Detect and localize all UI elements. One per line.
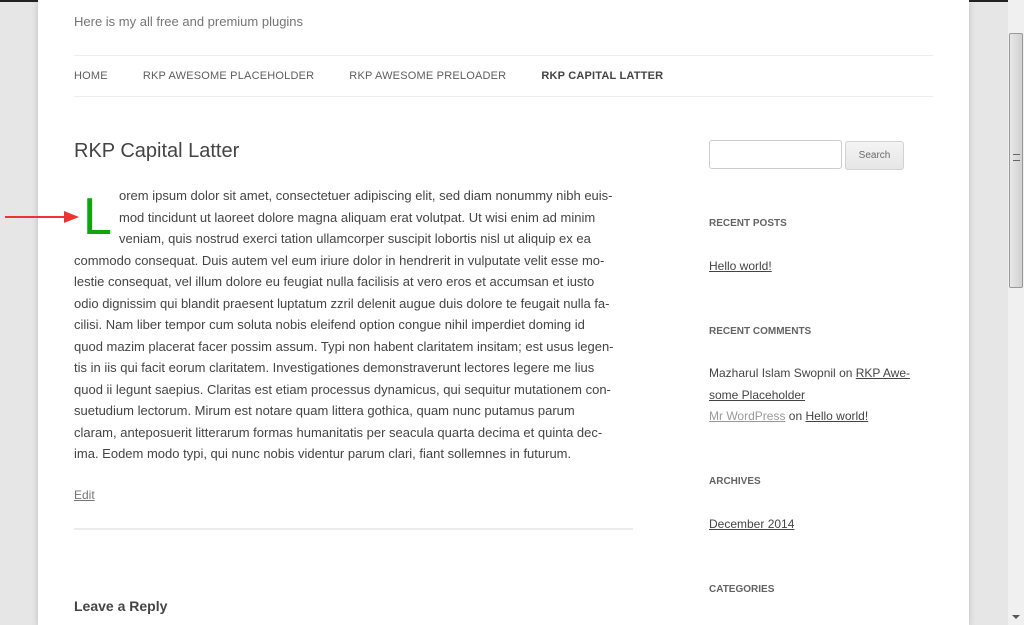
scrollbar-thumb[interactable] — [1009, 33, 1023, 288]
content-line: mod tincidunt ut laoreet dolore magna al… — [119, 209, 596, 225]
post-content: L orem ipsum dolor sit amet, consectetue… — [74, 185, 634, 465]
edit-link[interactable]: Edit — [74, 488, 95, 502]
comment-post-link[interactable]: RKP Awe- — [856, 366, 910, 380]
grip-icon — [1013, 154, 1020, 161]
archives-title: ARCHIVES — [709, 476, 761, 487]
content-line: claram, anteposuerit litterarum formas h… — [74, 424, 603, 440]
leave-reply-heading: Leave a Reply — [74, 598, 168, 614]
site-description: Here is my all free and premium plugins — [74, 14, 304, 29]
recent-post-link[interactable]: Hello world! — [709, 259, 772, 273]
content-line: cilisi. Nam liber tempor cum soluta nobi… — [74, 317, 585, 332]
content-line: orem ipsum dolor sit amet, consectetuer … — [119, 188, 613, 203]
search-input[interactable] — [709, 140, 842, 169]
on-text: on — [788, 409, 803, 423]
red-arrowhead-icon — [64, 211, 79, 223]
archive-link[interactable]: December 2014 — [709, 517, 794, 531]
comment-post-link-cont[interactable]: some Placeholder — [709, 388, 805, 402]
comment-author: Mazharul Islam Swopnil — [709, 366, 836, 380]
on-text: on — [839, 366, 853, 380]
recent-comments-title: RECENT COMMENTS — [709, 326, 812, 337]
nav-rkp-awesome-preloader[interactable]: RKP AWESOME PRELOADER — [349, 70, 506, 82]
content-line: quod mazim placerat facer possim assum. … — [74, 338, 614, 354]
drop-cap: L — [83, 188, 112, 246]
post-title: RKP Capital Latter — [74, 140, 240, 162]
content-line: suetudium lectorum. Mirum est notare qua… — [74, 403, 575, 418]
content-line: commodo consequat. Duis autem vel eum ir… — [74, 252, 605, 268]
content-line: quod ii legunt saepius. Claritas est eti… — [74, 381, 611, 397]
search-button[interactable]: Search — [845, 141, 904, 170]
nav-rkp-awesome-placeholder[interactable]: RKP AWESOME PLACEHOLDER — [143, 70, 314, 82]
comment-post-link[interactable]: Hello world! — [806, 409, 869, 423]
recent-posts-title: RECENT POSTS — [709, 218, 787, 229]
page: Here is my all free and premium plugins … — [38, 0, 969, 625]
content-line: tis in iis qui facit eorum claritatem. I… — [74, 360, 595, 375]
nav-home[interactable]: HOME — [74, 70, 108, 82]
content-line: veniam, quis nostrud exerci tation ullam… — [119, 231, 591, 246]
divider — [74, 528, 633, 530]
scrollbar[interactable] — [1008, 0, 1024, 625]
content-line: odio dignissim qui blandit praesent lupt… — [74, 295, 610, 311]
recent-comments-list: Mazharul Islam Swopnil on RKP Awe- some … — [709, 363, 933, 428]
content-line: ima. Eodem modo typi, qui nunc nobis vid… — [74, 446, 572, 461]
main-nav: HOME RKP AWESOME PLACEHOLDER RKP AWESOME… — [74, 55, 933, 97]
comment-author-link[interactable]: Mr WordPress — [709, 409, 785, 423]
content-line: lestie consequat, vel illum dolore eu fe… — [74, 274, 595, 289]
categories-title: CATEGORIES — [709, 584, 775, 595]
nav-rkp-capital-latter[interactable]: RKP CAPITAL LATTER — [541, 70, 663, 82]
scroll-down-arrow-icon[interactable] — [1012, 615, 1020, 619]
